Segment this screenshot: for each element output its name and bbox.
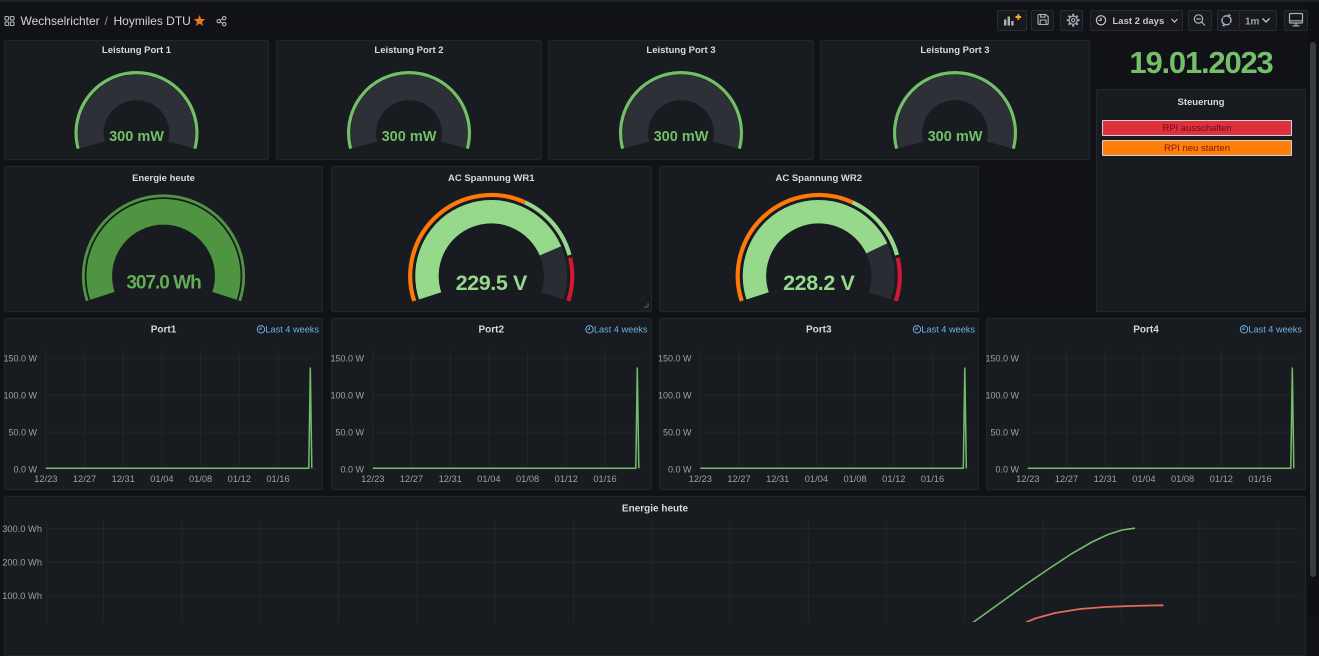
svg-text:Hoymiles DTU: Hoymiles DTU — [114, 14, 191, 28]
svg-text:Wechselrichter: Wechselrichter — [21, 14, 100, 28]
svg-text:19.01.2023: 19.01.2023 — [1129, 45, 1273, 80]
svg-text:/: / — [105, 14, 109, 28]
